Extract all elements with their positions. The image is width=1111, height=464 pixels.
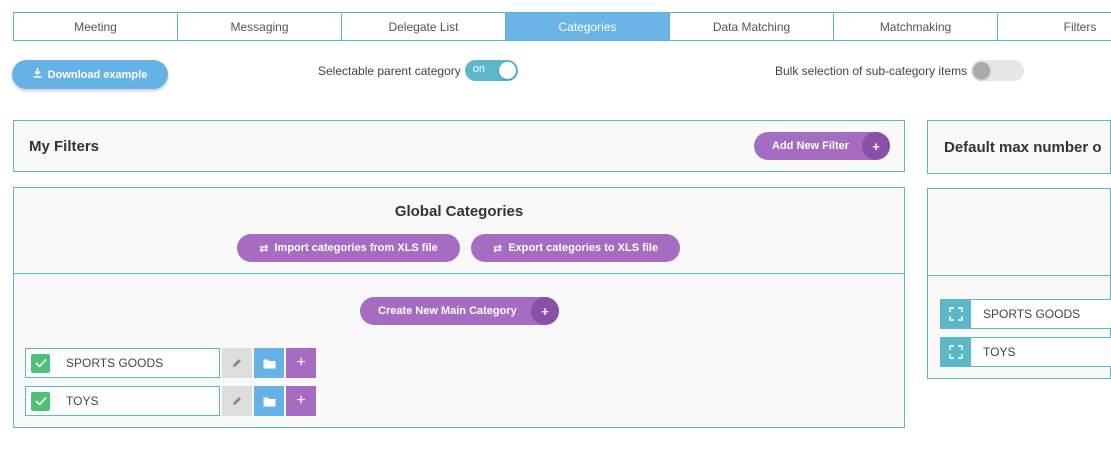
my-filters-title: My Filters bbox=[29, 138, 100, 155]
export-label: Export categories to XLS file bbox=[508, 242, 658, 254]
selectable-parent-setting: Selectable parent category on bbox=[318, 60, 518, 81]
tab-data-matching[interactable]: Data Matching bbox=[670, 13, 834, 40]
add-subcategory-button[interactable]: + bbox=[286, 386, 316, 416]
create-main-category-button[interactable]: Create New Main Category + bbox=[360, 297, 559, 325]
category-row: TOYS + bbox=[25, 386, 316, 416]
folder-button[interactable] bbox=[254, 386, 284, 416]
folder-button[interactable] bbox=[254, 348, 284, 378]
check-icon[interactable] bbox=[31, 353, 50, 373]
tab-messaging[interactable]: Messaging bbox=[178, 13, 342, 40]
plus-icon: + bbox=[296, 354, 306, 371]
global-categories-header: Global Categories ⇄ Import categories fr… bbox=[13, 187, 905, 274]
toggle-knob bbox=[498, 62, 516, 79]
selectable-parent-toggle[interactable]: on bbox=[464, 60, 518, 81]
expand-icon[interactable] bbox=[941, 338, 971, 366]
download-example-button[interactable]: Download example bbox=[12, 60, 168, 89]
right-category-name: SPORTS GOODS bbox=[983, 307, 1081, 321]
global-categories-title: Global Categories bbox=[394, 203, 524, 220]
global-categories-body: Create New Main Category + SPORTS GOODS … bbox=[13, 273, 905, 428]
bulk-selection-toggle[interactable] bbox=[971, 60, 1025, 81]
tab-delegate-list[interactable]: Delegate List bbox=[342, 13, 506, 40]
plus-icon: + bbox=[862, 132, 890, 160]
plus-icon: + bbox=[531, 297, 559, 325]
add-filter-label: Add New Filter bbox=[772, 140, 850, 152]
category-row: SPORTS GOODS + bbox=[25, 348, 316, 378]
divider bbox=[928, 275, 1111, 276]
folder-icon bbox=[263, 359, 275, 368]
expand-icon[interactable] bbox=[941, 300, 971, 328]
my-filters-panel: My Filters Add New Filter + bbox=[13, 120, 905, 172]
tab-meeting[interactable]: Meeting bbox=[14, 13, 178, 40]
right-categories-panel: SPORTS GOODS TOYS bbox=[927, 188, 1111, 379]
tab-filters[interactable]: Filters bbox=[998, 13, 1111, 40]
export-categories-button[interactable]: ⇄ Export categories to XLS file bbox=[471, 234, 680, 262]
selectable-parent-label: Selectable parent category bbox=[318, 63, 461, 78]
pencil-icon bbox=[233, 397, 241, 405]
pencil-icon bbox=[233, 359, 241, 367]
plus-icon: + bbox=[296, 392, 306, 409]
right-category-name: TOYS bbox=[983, 345, 1016, 359]
edit-button[interactable] bbox=[222, 386, 252, 416]
bulk-selection-setting: Bulk selection of sub-category items bbox=[775, 60, 1025, 81]
import-label: Import categories from XLS file bbox=[274, 242, 438, 254]
category-name: TOYS bbox=[66, 394, 99, 408]
default-max-number-panel: Default max number o bbox=[927, 120, 1111, 174]
tab-bar: Meeting Messaging Delegate List Categori… bbox=[13, 12, 1111, 41]
toggle-state-label: on bbox=[472, 63, 486, 75]
right-category-item[interactable]: SPORTS GOODS bbox=[940, 299, 1111, 329]
right-category-item[interactable]: TOYS bbox=[940, 337, 1111, 367]
add-subcategory-button[interactable]: + bbox=[286, 348, 316, 378]
import-categories-button[interactable]: ⇄ Import categories from XLS file bbox=[237, 234, 460, 262]
download-icon bbox=[33, 68, 42, 81]
check-icon[interactable] bbox=[31, 391, 50, 411]
tab-matchmaking[interactable]: Matchmaking bbox=[834, 13, 998, 40]
tab-categories[interactable]: Categories bbox=[506, 13, 670, 40]
folder-icon bbox=[263, 397, 275, 406]
right-category-row: SPORTS GOODS bbox=[940, 299, 1111, 329]
download-label: Download example bbox=[47, 68, 148, 81]
create-main-label: Create New Main Category bbox=[378, 305, 517, 317]
category-item[interactable]: TOYS bbox=[25, 386, 220, 416]
edit-button[interactable] bbox=[222, 348, 252, 378]
right-category-row: TOYS bbox=[940, 337, 1111, 367]
category-item[interactable]: SPORTS GOODS bbox=[25, 348, 220, 378]
category-name: SPORTS GOODS bbox=[66, 356, 164, 370]
default-max-number-title: Default max number o bbox=[944, 139, 1102, 156]
swap-icon: ⇄ bbox=[259, 242, 269, 255]
bulk-selection-label: Bulk selection of sub-category items bbox=[775, 63, 968, 78]
swap-icon: ⇄ bbox=[493, 242, 503, 255]
toggle-knob bbox=[973, 62, 991, 79]
add-new-filter-button[interactable]: Add New Filter + bbox=[754, 132, 890, 160]
